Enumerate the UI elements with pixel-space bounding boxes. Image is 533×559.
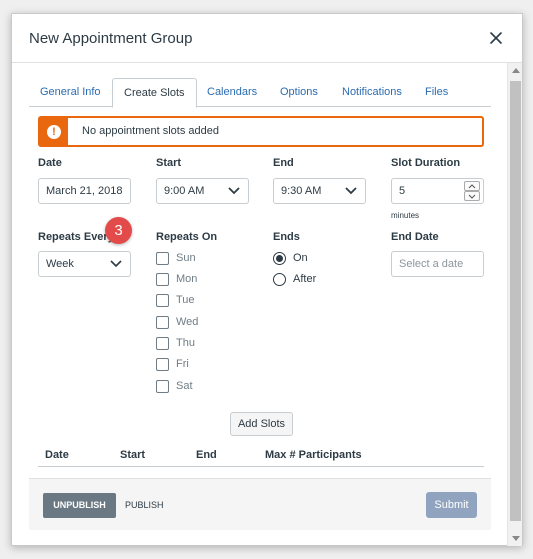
- checkbox-box[interactable]: [156, 315, 169, 329]
- column-header-max-participants: Max # Participants: [265, 449, 362, 461]
- repeats-every-label: Repeats Every: [38, 231, 114, 243]
- tab-options[interactable]: Options: [269, 78, 329, 107]
- submit-button[interactable]: Submit: [426, 492, 477, 518]
- end-date-label: End Date: [391, 231, 439, 243]
- checkbox-fri[interactable]: Fri: [156, 357, 189, 371]
- checkbox-box[interactable]: [156, 336, 169, 350]
- checkbox-thu[interactable]: Thu: [156, 336, 195, 350]
- checkbox-box[interactable]: [156, 293, 169, 307]
- radio-label: After: [293, 273, 317, 285]
- radio-button[interactable]: [273, 251, 286, 265]
- checkbox-label: Sat: [176, 380, 193, 392]
- no-slots-alert: ! No appointment slots added: [38, 116, 484, 147]
- end-time-value: 9:30 AM: [281, 185, 322, 197]
- checkbox-box[interactable]: [156, 251, 169, 265]
- callout-badge: 3: [105, 217, 132, 244]
- new-appointment-group-dialog: New Appointment Group General Info Creat…: [11, 13, 523, 546]
- dialog-footer: UNPUBLISH PUBLISH Submit: [29, 478, 491, 530]
- stepper-up-icon[interactable]: [464, 181, 480, 191]
- checkbox-mon[interactable]: Mon: [156, 272, 197, 286]
- slot-duration-input[interactable]: 5: [391, 178, 484, 204]
- checkbox-sun[interactable]: Sun: [156, 251, 196, 265]
- warning-icon: !: [40, 118, 68, 145]
- dialog-title: New Appointment Group: [29, 30, 193, 47]
- radio-ends-on[interactable]: On: [273, 251, 308, 265]
- checkbox-label: Fri: [176, 358, 189, 370]
- checkbox-box[interactable]: [156, 379, 169, 393]
- tab-calendars[interactable]: Calendars: [196, 78, 268, 107]
- checkbox-box[interactable]: [156, 357, 169, 371]
- add-slots-button[interactable]: Add Slots: [230, 412, 293, 436]
- slot-duration-value: 5: [399, 185, 406, 197]
- dialog-body: General Info Create Slots Calendars Opti…: [12, 63, 508, 546]
- ends-label: Ends: [273, 231, 300, 243]
- radio-ends-after[interactable]: After: [273, 272, 316, 286]
- end-date-input[interactable]: Select a date: [391, 251, 484, 277]
- checkbox-label: Sun: [176, 252, 196, 264]
- checkbox-tue[interactable]: Tue: [156, 293, 195, 307]
- repeats-on-label: Repeats On: [156, 231, 218, 243]
- radio-button[interactable]: [273, 272, 286, 286]
- scroll-up-icon[interactable]: [512, 68, 520, 73]
- chevron-down-icon: [345, 187, 357, 195]
- alert-text: No appointment slots added: [82, 125, 219, 137]
- close-icon[interactable]: [488, 30, 504, 46]
- end-time-select[interactable]: 9:30 AM: [273, 178, 366, 204]
- chevron-down-icon: [110, 260, 122, 268]
- checkbox-sat[interactable]: Sat: [156, 379, 193, 393]
- column-header-start: Start: [120, 449, 146, 461]
- vertical-scrollbar[interactable]: [507, 63, 522, 546]
- end-date-placeholder: Select a date: [399, 258, 464, 270]
- column-header-end: End: [196, 449, 217, 461]
- start-label: Start: [156, 157, 182, 169]
- chevron-down-icon: [228, 187, 240, 195]
- slot-duration-label: Slot Duration: [391, 157, 461, 169]
- checkbox-label: Mon: [176, 273, 198, 285]
- scrollbar-thumb[interactable]: [510, 81, 521, 521]
- slots-table-header: Date Start End Max # Participants: [38, 447, 484, 467]
- start-time-value: 9:00 AM: [164, 185, 205, 197]
- end-label: End: [273, 157, 294, 169]
- checkbox-box[interactable]: [156, 272, 169, 286]
- tab-create-slots[interactable]: Create Slots: [112, 78, 197, 108]
- unpublish-button[interactable]: UNPUBLISH: [43, 493, 116, 518]
- start-time-select[interactable]: 9:00 AM: [156, 178, 249, 204]
- repeats-every-value: Week: [46, 258, 74, 270]
- date-label: Date: [38, 157, 62, 169]
- repeats-every-select[interactable]: Week: [38, 251, 131, 277]
- date-field[interactable]: March 21, 2018: [38, 178, 131, 204]
- tab-general-info[interactable]: General Info: [29, 78, 112, 107]
- checkbox-label: Wed: [176, 316, 199, 328]
- checkbox-label: Tue: [176, 294, 195, 306]
- slot-duration-stepper[interactable]: [464, 181, 480, 201]
- tab-files[interactable]: Files: [414, 78, 459, 107]
- tab-notifications[interactable]: Notifications: [331, 78, 413, 107]
- publish-button[interactable]: PUBLISH: [125, 493, 164, 518]
- scroll-down-icon[interactable]: [512, 536, 520, 541]
- tab-bar: General Info Create Slots Calendars Opti…: [29, 78, 491, 108]
- slot-duration-unit: minutes: [391, 211, 420, 220]
- checkbox-label: Thu: [176, 337, 195, 349]
- radio-label: On: [293, 252, 308, 264]
- column-header-date: Date: [45, 449, 69, 461]
- checkbox-wed[interactable]: Wed: [156, 315, 198, 329]
- stepper-down-icon[interactable]: [464, 191, 480, 201]
